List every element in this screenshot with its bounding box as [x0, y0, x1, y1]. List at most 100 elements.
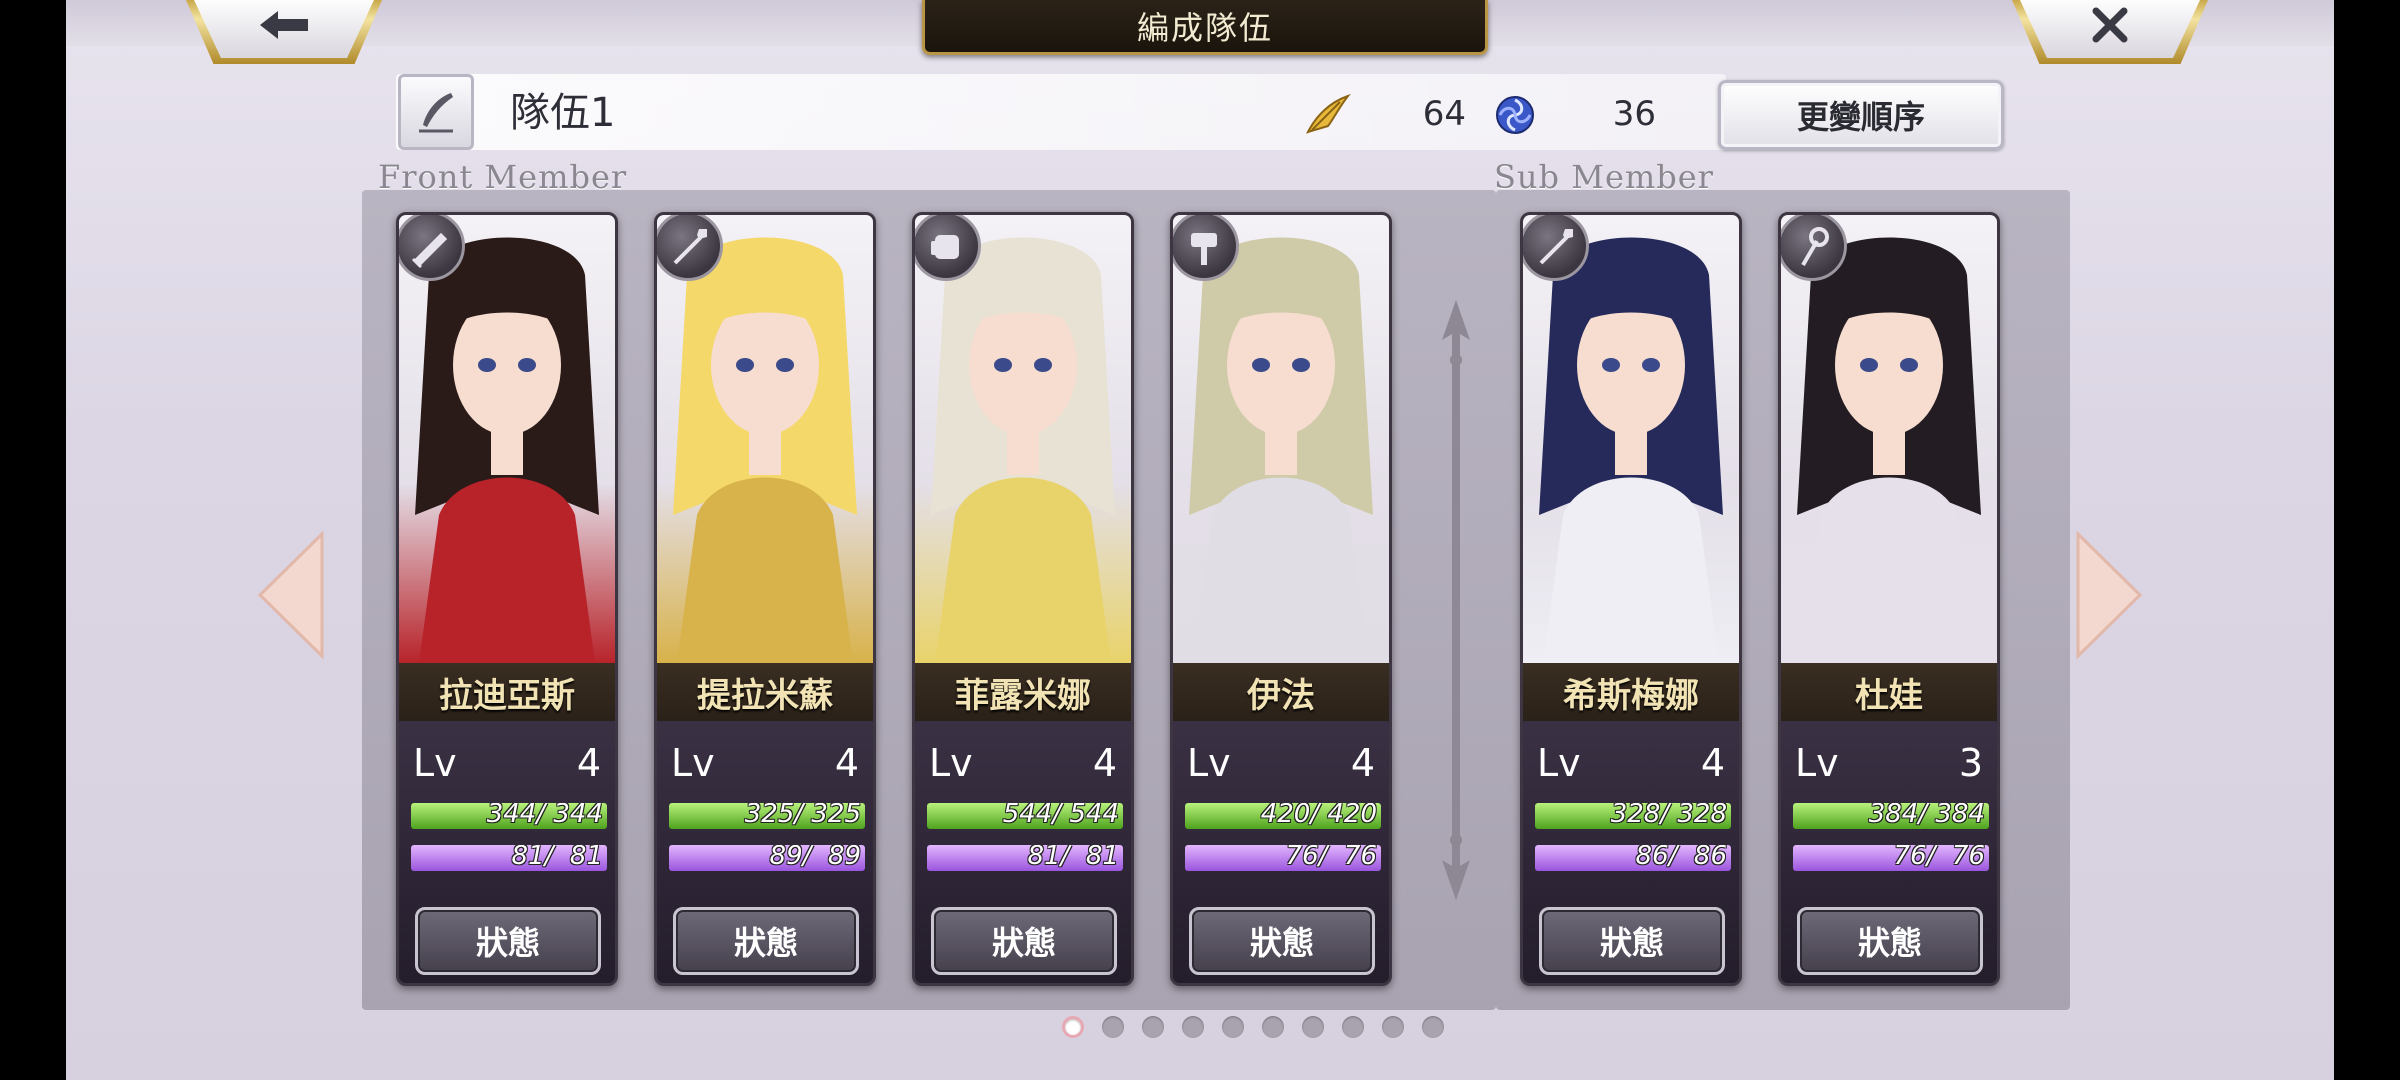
member-stats: Lv 4 328/ 328 86/ 86 狀態	[1523, 721, 1739, 983]
close-button[interactable]	[2012, 0, 2208, 64]
member-card[interactable]: 拉迪亞斯 Lv 4 344/ 344 81/ 81 狀態	[396, 212, 618, 986]
member-stats: Lv 4 544/ 544 81/ 81 狀態	[915, 721, 1131, 983]
feather-count: 64	[1422, 94, 1466, 134]
gauntlet-icon	[915, 215, 981, 281]
mp-text: 86/ 86	[1635, 845, 1727, 871]
hp-text: 325/ 325	[744, 803, 861, 829]
page-title: 編成隊伍	[1136, 9, 1273, 47]
mp-bar: 89/ 89	[669, 845, 865, 871]
status-button[interactable]: 狀態	[673, 907, 859, 975]
swirl-orb-icon	[1496, 96, 1534, 134]
close-icon	[2090, 5, 2130, 54]
hp-text: 384/ 384	[1868, 803, 1985, 829]
status-button[interactable]: 狀態	[931, 907, 1117, 975]
member-card[interactable]: 杜娃 Lv 3 384/ 384 76/ 76 狀態	[1778, 212, 2000, 986]
level-value: 4	[1700, 741, 1725, 785]
member-stats: Lv 4 325/ 325 89/ 89 狀態	[657, 721, 873, 983]
team-formation-screen: 編成隊伍 隊伍1 64 36 更變順序 Front Member Sub Mem…	[66, 0, 2334, 1080]
character-portrait	[915, 215, 1131, 663]
status-button[interactable]: 狀態	[1189, 907, 1375, 975]
page-dot[interactable]	[1302, 1016, 1324, 1038]
member-name: 希斯梅娜	[1523, 663, 1739, 721]
party-name: 隊伍1	[510, 90, 616, 136]
hp-bar: 328/ 328	[1535, 803, 1731, 829]
member-stats: Lv 3 384/ 384 76/ 76 狀態	[1781, 721, 1997, 983]
page-indicator	[1062, 1016, 1444, 1042]
character-portrait	[1173, 215, 1389, 663]
member-card[interactable]: 提拉米蘇 Lv 4 325/ 325 89/ 89 狀態	[654, 212, 876, 986]
level-label: Lv	[671, 741, 715, 785]
level-value: 4	[576, 741, 601, 785]
member-name: 菲露米娜	[915, 663, 1131, 721]
mp-text: 76/ 76	[1285, 845, 1377, 871]
level-value: 4	[834, 741, 859, 785]
character-portrait	[657, 215, 873, 663]
mp-text: 76/ 76	[1893, 845, 1985, 871]
character-portrait	[1523, 215, 1739, 663]
page-dot[interactable]	[1062, 1016, 1084, 1038]
hp-text: 328/ 328	[1610, 803, 1727, 829]
member-name: 提拉米蘇	[657, 663, 873, 721]
spear-icon	[657, 215, 723, 281]
prev-page-arrow[interactable]	[256, 530, 326, 660]
reorder-button[interactable]: 更變順序	[1718, 80, 2004, 150]
hp-bar: 384/ 384	[1793, 803, 1989, 829]
page-dot[interactable]	[1182, 1016, 1204, 1038]
arrow-left-icon	[256, 7, 312, 52]
mp-bar: 86/ 86	[1535, 845, 1731, 871]
page-dot[interactable]	[1422, 1016, 1444, 1038]
level-label: Lv	[1187, 741, 1231, 785]
hammer-icon	[1173, 215, 1239, 281]
member-card[interactable]: 希斯梅娜 Lv 4 328/ 328 86/ 86 狀態	[1520, 212, 1742, 986]
mp-text: 81/ 81	[511, 845, 603, 871]
swap-arrows-icon	[1442, 300, 1470, 900]
member-card[interactable]: 菲露米娜 Lv 4 544/ 544 81/ 81 狀態	[912, 212, 1134, 986]
level-value: 4	[1350, 741, 1375, 785]
member-name: 杜娃	[1781, 663, 1997, 721]
status-button[interactable]: 狀態	[415, 907, 601, 975]
staff-icon	[1781, 215, 1847, 281]
member-card[interactable]: 伊法 Lv 4 420/ 420 76/ 76 狀態	[1170, 212, 1392, 986]
hp-bar: 544/ 544	[927, 803, 1123, 829]
page-dot[interactable]	[1142, 1016, 1164, 1038]
level-label: Lv	[929, 741, 973, 785]
page-title-plate: 編成隊伍	[922, 0, 1488, 55]
mp-bar: 81/ 81	[927, 845, 1123, 871]
member-name: 拉迪亞斯	[399, 663, 615, 721]
member-name: 伊法	[1173, 663, 1389, 721]
level-value: 3	[1958, 741, 1983, 785]
hp-text: 344/ 344	[486, 803, 603, 829]
spear-icon	[1523, 215, 1589, 281]
hp-bar: 420/ 420	[1185, 803, 1381, 829]
page-dot[interactable]	[1102, 1016, 1124, 1038]
character-portrait	[1781, 215, 1997, 663]
edit-party-name-button[interactable]	[398, 74, 474, 150]
mp-text: 89/ 89	[769, 845, 861, 871]
hp-bar: 325/ 325	[669, 803, 865, 829]
back-button[interactable]	[186, 0, 382, 64]
quill-icon	[419, 93, 453, 133]
page-dot[interactable]	[1222, 1016, 1244, 1038]
character-portrait	[399, 215, 615, 663]
status-button[interactable]: 狀態	[1539, 907, 1725, 975]
level-label: Lv	[1795, 741, 1839, 785]
member-stats: Lv 4 344/ 344 81/ 81 狀態	[399, 721, 615, 983]
mp-bar: 76/ 76	[1793, 845, 1989, 871]
sword-icon	[399, 215, 465, 281]
hp-text: 544/ 544	[1002, 803, 1119, 829]
next-page-arrow[interactable]	[2074, 530, 2144, 660]
page-dot[interactable]	[1342, 1016, 1364, 1038]
page-dot[interactable]	[1382, 1016, 1404, 1038]
mp-bar: 76/ 76	[1185, 845, 1381, 871]
level-label: Lv	[413, 741, 457, 785]
feather-icon	[1306, 93, 1351, 134]
page-dot[interactable]	[1262, 1016, 1284, 1038]
level-value: 4	[1092, 741, 1117, 785]
member-stats: Lv 4 420/ 420 76/ 76 狀態	[1173, 721, 1389, 983]
mp-text: 81/ 81	[1027, 845, 1119, 871]
hp-bar: 344/ 344	[411, 803, 607, 829]
hp-text: 420/ 420	[1260, 803, 1377, 829]
status-button[interactable]: 狀態	[1797, 907, 1983, 975]
orb-count: 36	[1612, 94, 1656, 134]
level-label: Lv	[1537, 741, 1581, 785]
